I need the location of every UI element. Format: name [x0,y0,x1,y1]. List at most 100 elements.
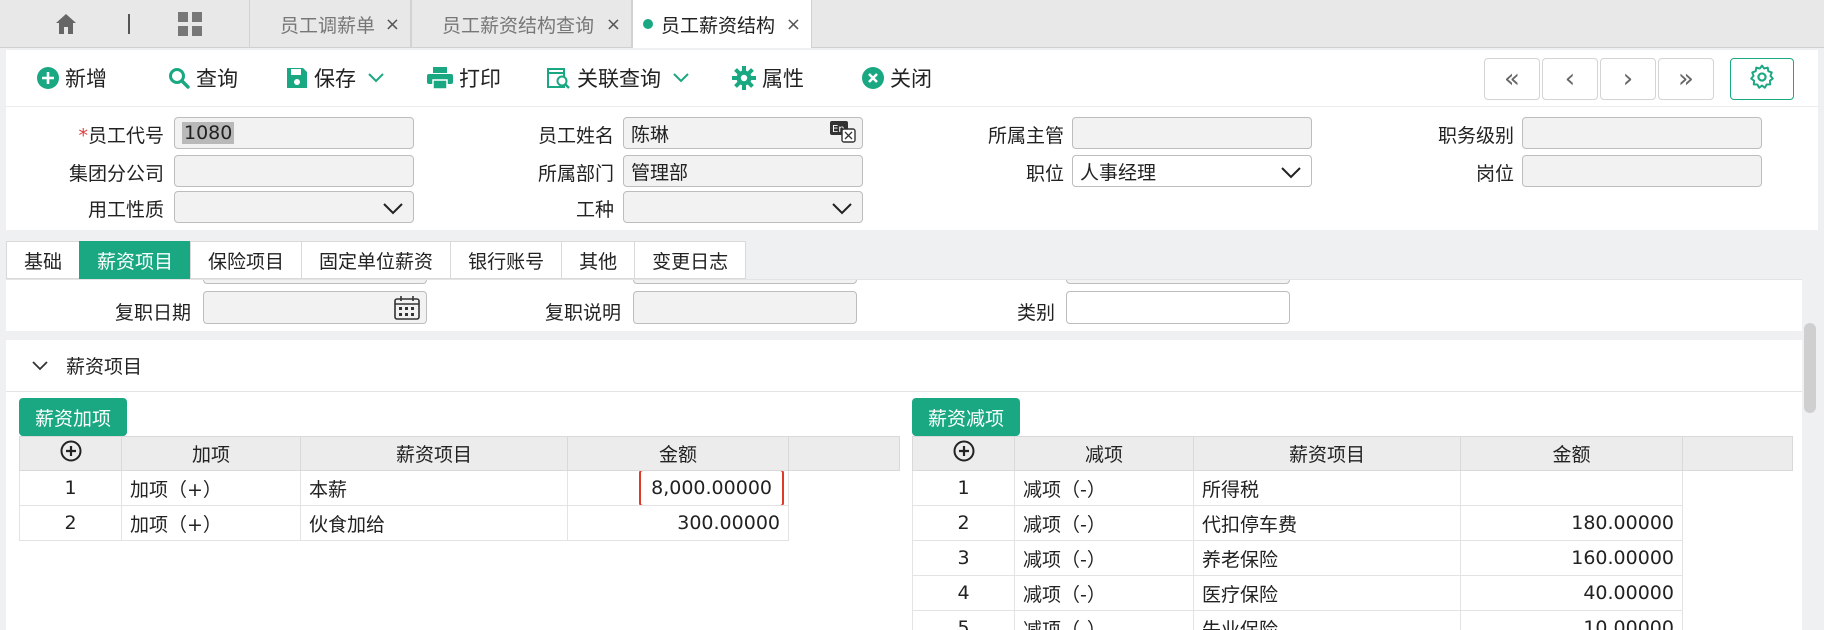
close-icon[interactable]: × [385,14,400,35]
column-header: 减项 [1014,436,1194,471]
apps-grid-icon[interactable] [176,10,204,38]
properties-button[interactable]: 属性 [732,62,804,94]
row-amount[interactable]: 40.00000 [1460,575,1683,611]
close-icon[interactable]: × [786,14,801,35]
row-item[interactable]: 失业保险 [1193,610,1461,630]
row-blank [1682,575,1793,611]
emp-code-input[interactable]: 1080 [174,117,414,149]
table-row[interactable]: 4 减项（-） 医疗保险 40.00000 [912,575,1793,611]
row-type[interactable]: 减项（-） [1014,470,1194,506]
search-icon [168,67,190,89]
section-title: 薪资项目 [66,356,143,378]
chevron-down-icon[interactable] [368,73,384,83]
calendar-icon[interactable] [394,296,420,325]
post-input[interactable] [1522,155,1762,187]
add-row-button[interactable] [19,436,122,471]
chevron-down-icon[interactable] [32,360,48,371]
tab-salary-structure-query[interactable]: 员工薪资结构查询 × [411,0,632,48]
tab-label: 员工调薪单 [280,14,376,37]
category-label: 类别 [1016,302,1055,324]
row-type[interactable]: 减项（-） [1014,540,1194,576]
printer-icon [427,67,453,89]
rehire-note-label: 复职说明 [544,302,621,324]
row-type[interactable]: 减项（-） [1014,575,1194,611]
job-grade-label: 职务级别 [1437,125,1514,147]
prev-record-button[interactable]: ‹ [1542,58,1598,100]
row-item[interactable]: 本薪 [300,470,568,506]
table-row[interactable]: 1 加项（+） 本薪 8,000.00000 [19,470,900,506]
save-icon [286,67,308,89]
row-blank [1682,470,1793,506]
branch-input[interactable] [174,155,414,187]
home-icon[interactable] [52,10,80,38]
supervisor-input[interactable] [1072,117,1312,149]
row-type[interactable]: 加项（+） [121,505,301,541]
salary-deduct-group-badge[interactable]: 薪资减项 [912,398,1021,436]
work-type-select[interactable] [623,191,863,223]
table-row[interactable]: 3 减项（-） 养老保险 160.00000 [912,540,1793,576]
tab-other[interactable]: 其他 [561,241,635,279]
row-item[interactable]: 伙食加给 [300,505,568,541]
tab-insurance-items[interactable]: 保险项目 [190,241,302,279]
salary-add-group-badge[interactable]: 薪资加项 [19,398,128,436]
table-row[interactable]: 2 加项（+） 伙食加给 300.00000 [19,505,900,541]
rehire-note-input[interactable] [633,291,857,324]
first-record-button[interactable]: « [1484,58,1540,100]
tab-change-log[interactable]: 变更日志 [634,241,747,279]
emp-name-label: 员工姓名 [537,125,614,147]
close-icon[interactable]: × [606,14,621,35]
row-amount[interactable]: 180.00000 [1460,505,1683,541]
employment-type-select[interactable] [174,191,414,223]
category-input[interactable] [1066,291,1290,324]
row-amount[interactable]: 160.00000 [1460,540,1683,576]
row-item[interactable]: 代扣停车费 [1193,505,1461,541]
tab-salary-structure[interactable]: 员工薪资结构 × [632,0,812,48]
tab-salary-adjustment[interactable]: 员工调薪单 × [249,0,411,48]
close-button[interactable]: 关闭 [862,62,932,94]
column-header: 薪资项目 [300,436,568,471]
table-row[interactable]: 5 减项（-） 失业保险 10.00000 [912,610,1793,630]
scrolled-input [203,280,427,284]
vertical-scrollbar[interactable] [1804,323,1816,413]
row-item[interactable]: 医疗保险 [1193,575,1461,611]
add-label: 新增 [65,67,107,91]
tab-fixed-unit-salary[interactable]: 固定单位薪资 [301,241,451,279]
row-blank [1682,505,1793,541]
next-record-button[interactable]: › [1600,58,1656,100]
row-item[interactable]: 养老保险 [1193,540,1461,576]
tab-salary-items[interactable]: 薪资项目 [79,241,191,279]
table-row[interactable]: 1 减项（-） 所得税 [912,470,1793,506]
row-amount[interactable]: 10.00000 [1460,610,1683,630]
related-query-button[interactable]: 关联查询 [547,62,689,94]
add-row-button[interactable] [912,436,1015,471]
tab-bank-account[interactable]: 银行账号 [450,241,562,279]
table-row[interactable]: 2 减项（-） 代扣停车费 180.00000 [912,505,1793,541]
highlighted-amount[interactable]: 8,000.00000 [639,471,784,505]
row-type[interactable]: 减项（-） [1014,610,1194,630]
emp-name-input[interactable]: 陈琳 En [623,117,863,149]
print-button[interactable]: 打印 [427,62,501,94]
language-en-icon[interactable]: En [830,121,856,148]
required-mark: * [78,125,88,147]
query-button[interactable]: 查询 [168,62,238,94]
salary-sub-form: 复职日期 复职说明 类别 [6,279,1802,331]
work-type-label: 工种 [575,199,614,221]
job-grade-input[interactable] [1522,117,1762,149]
add-button[interactable]: 新增 [37,62,107,94]
position-select[interactable]: 人事经理 [1072,155,1312,187]
row-type[interactable]: 加项（+） [121,470,301,506]
save-button[interactable]: 保存 [286,62,384,94]
tab-label: 员工薪资结构查询 [442,14,595,37]
row-type[interactable]: 减项（-） [1014,505,1194,541]
settings-button[interactable] [1730,58,1794,100]
row-amount[interactable]: 300.00000 [567,505,789,541]
dept-input[interactable]: 管理部 [623,155,863,187]
chevron-down-icon[interactable] [673,73,689,83]
row-amount-cell[interactable]: 8,000.00000 [567,470,789,506]
rehire-date-input[interactable] [203,291,427,324]
section-header[interactable]: 薪资项目 [6,340,1802,392]
last-record-button[interactable]: » [1658,58,1714,100]
row-amount[interactable] [1460,470,1683,506]
row-item[interactable]: 所得税 [1193,470,1461,506]
tab-basic[interactable]: 基础 [6,241,80,279]
